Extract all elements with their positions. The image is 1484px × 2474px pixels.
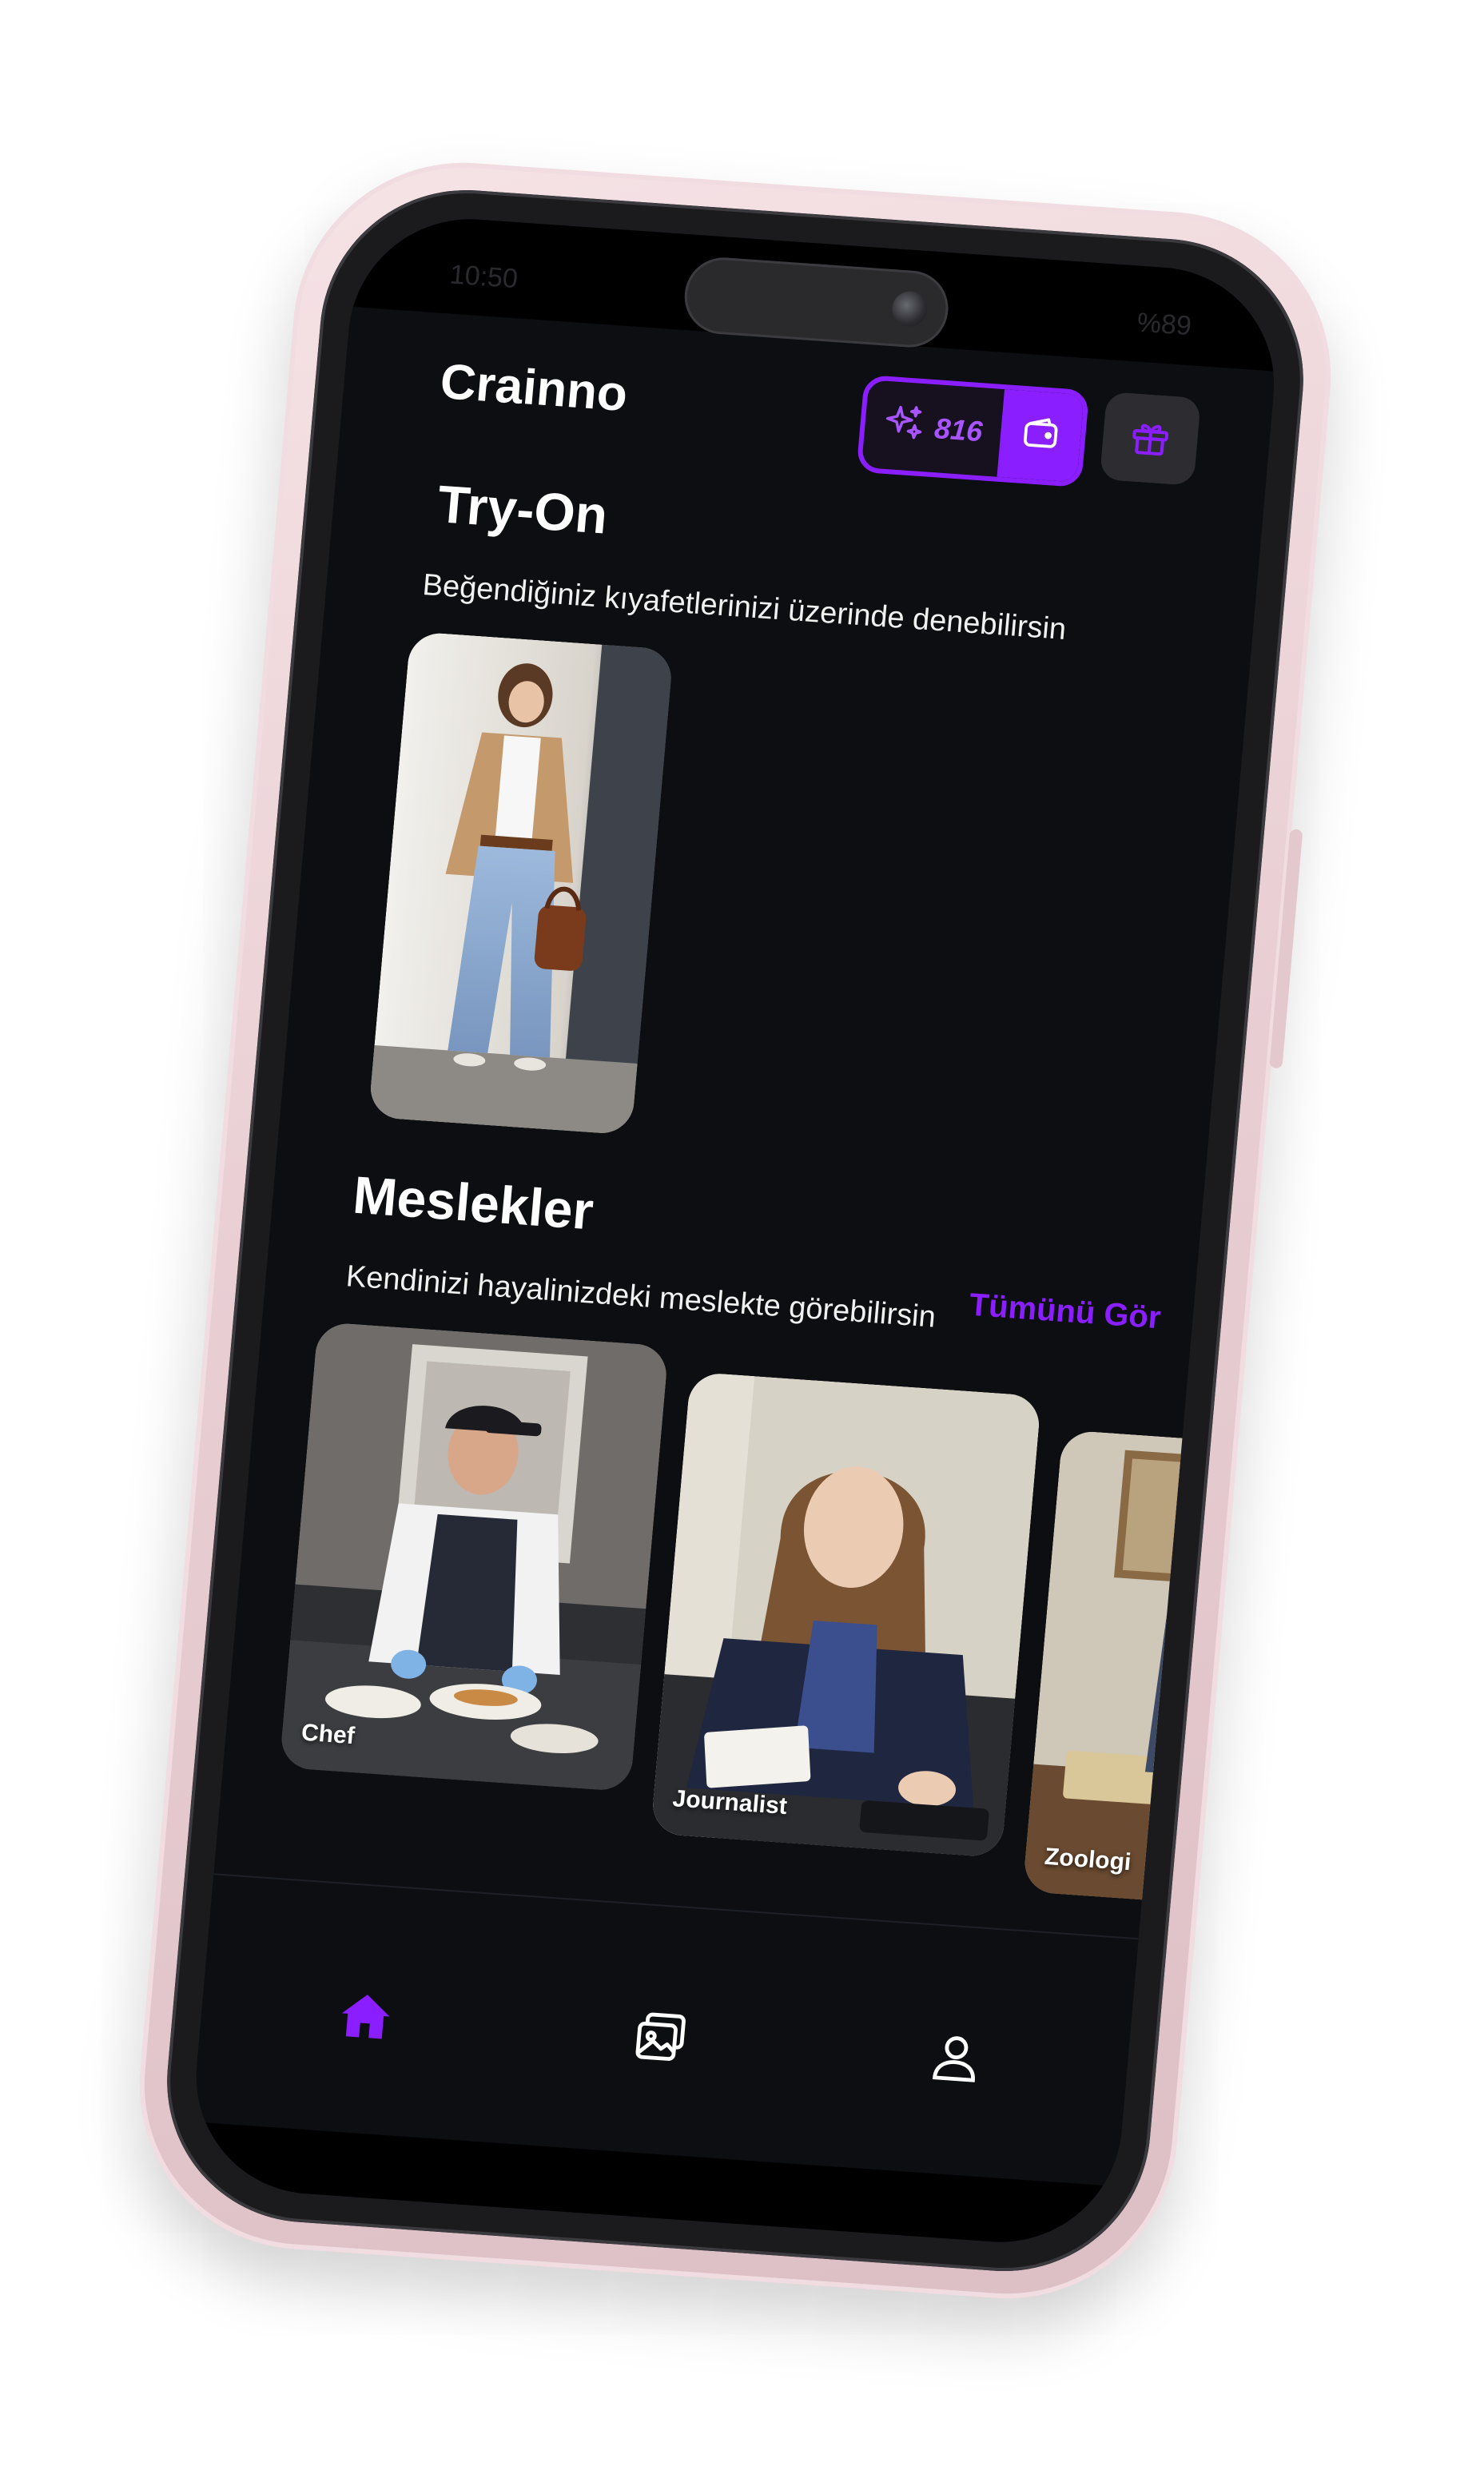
gift-icon — [1127, 414, 1174, 464]
professions-title: Meslekler — [350, 1164, 596, 1241]
credits-button[interactable]: 816 — [856, 374, 1090, 488]
gallery-icon — [629, 2006, 692, 2071]
bottom-navigation — [186, 1873, 1139, 2250]
app-screen: 10:50 %89 Crainno 816 Try-On Beğendiğini… — [186, 211, 1284, 2250]
phone-mockup: 10:50 %89 Crainno 816 Try-On Beğendiğini… — [125, 151, 1345, 2310]
profession-card-journalist[interactable]: Journalist — [650, 1371, 1042, 1859]
try-on-card[interactable] — [368, 630, 674, 1136]
mockup-stage: 10:50 %89 Crainno 816 Try-On Beğendiğini… — [0, 0, 1484, 2474]
credits-count: 816 — [933, 412, 985, 448]
try-on-title: Try-On — [435, 474, 611, 545]
dynamic-island — [681, 255, 952, 350]
journalist-photo — [650, 1371, 1042, 1859]
profile-icon — [924, 2027, 987, 2092]
nav-profile[interactable] — [908, 2012, 1003, 2106]
status-time: 10:50 — [448, 259, 519, 295]
app-title: Crainno — [438, 353, 630, 423]
nav-home[interactable] — [318, 1971, 413, 2064]
try-on-subtitle: Beğendiğiniz kıyafetlerinizi üzerinde de… — [421, 567, 1068, 647]
wallet-button[interactable] — [997, 389, 1084, 483]
profession-card-chef[interactable]: Chef — [279, 1321, 670, 1792]
home-icon — [334, 1985, 397, 2050]
professions-subtitle: Kendinizi hayalinizdeki meslekte görebil… — [344, 1259, 937, 1334]
nav-gallery[interactable] — [613, 1991, 708, 2085]
fashion-photo — [368, 630, 674, 1136]
wallet-icon — [1019, 412, 1063, 459]
gift-button[interactable] — [1099, 392, 1202, 486]
credits-display: 816 — [863, 400, 1003, 458]
camera-icon — [890, 290, 929, 328]
sparkles-icon — [881, 400, 927, 451]
status-battery: %89 — [1136, 307, 1193, 342]
see-all-link[interactable]: Tümünü Gör — [968, 1287, 1162, 1337]
profession-label-chef: Chef — [300, 1719, 356, 1750]
